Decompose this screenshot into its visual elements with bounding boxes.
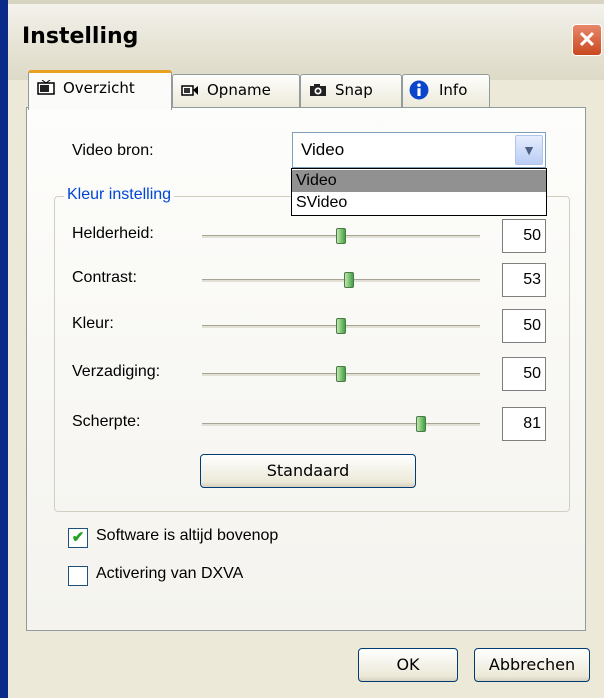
- slider-value-field[interactable]: 50: [502, 309, 546, 343]
- window-top-edge: [0, 0, 604, 4]
- slider-label: Contrast:: [72, 269, 137, 286]
- tab-label: Opname: [207, 81, 271, 99]
- slider-thumb[interactable]: [336, 318, 346, 334]
- tab-label: Snap: [335, 81, 373, 99]
- ok-button[interactable]: OK: [358, 648, 458, 682]
- slider-thumb[interactable]: [336, 366, 346, 382]
- chevron-down-icon: ▼: [522, 142, 536, 158]
- tab-snap[interactable]: Snap: [300, 74, 402, 108]
- slider-label: Verzadiging:: [72, 363, 161, 380]
- slider-value-field[interactable]: 50: [502, 219, 546, 253]
- tab-label: Overzicht: [63, 79, 135, 97]
- tab-label: Info: [439, 81, 468, 99]
- always-on-top-checkbox[interactable]: ✔: [68, 528, 88, 548]
- info-icon: [409, 80, 429, 100]
- close-icon: ✕: [577, 27, 597, 52]
- settings-dialog: Instelling ✕ Overzicht Opname Snap Info …: [0, 0, 604, 698]
- checkmark-icon: ✔: [71, 529, 85, 546]
- slider-thumb[interactable]: [416, 416, 426, 432]
- slider-track[interactable]: [202, 279, 480, 282]
- video-source-label: Video bron:: [72, 142, 154, 159]
- default-button[interactable]: Standaard: [200, 454, 416, 488]
- slider-label: Helderheid:: [72, 225, 154, 242]
- slider-track[interactable]: [202, 423, 480, 426]
- slider-label: Kleur:: [72, 315, 114, 332]
- dxva-label: Activering van DXVA: [96, 565, 244, 582]
- title-bar: Instelling ✕: [0, 0, 604, 80]
- dxva-checkbox[interactable]: [68, 566, 88, 586]
- dropdown-option-svideo[interactable]: SVideo: [292, 192, 546, 214]
- slider-value-field[interactable]: 50: [502, 357, 546, 391]
- window-left-edge: [0, 0, 8, 698]
- slider-value-field[interactable]: 81: [502, 407, 546, 441]
- dropdown-option-video[interactable]: Video: [292, 170, 546, 192]
- close-button[interactable]: ✕: [572, 24, 602, 56]
- tab-opname[interactable]: Opname: [172, 74, 300, 108]
- always-on-top-label: Software is altijd bovenop: [96, 527, 279, 544]
- slider-label: Scherpte:: [72, 413, 141, 430]
- video-source-dropdown-list: Video SVideo: [291, 168, 547, 216]
- tab-overzicht[interactable]: Overzicht: [28, 70, 172, 110]
- slider-value-field[interactable]: 53: [502, 263, 546, 297]
- slider-thumb[interactable]: [344, 272, 354, 288]
- slider-thumb[interactable]: [336, 228, 346, 244]
- tab-info[interactable]: Info: [402, 74, 490, 108]
- color-settings-title: Kleur instelling: [64, 186, 175, 204]
- photo-camera-icon: [310, 84, 326, 96]
- tv-icon: [37, 80, 55, 95]
- video-source-select[interactable]: Video ▼: [292, 132, 546, 168]
- window-title: Instelling: [22, 24, 139, 49]
- video-camera-icon: [181, 85, 198, 96]
- dropdown-button[interactable]: ▼: [515, 135, 543, 165]
- video-source-value: Video: [301, 140, 345, 159]
- cancel-button[interactable]: Abbrechen: [474, 648, 590, 682]
